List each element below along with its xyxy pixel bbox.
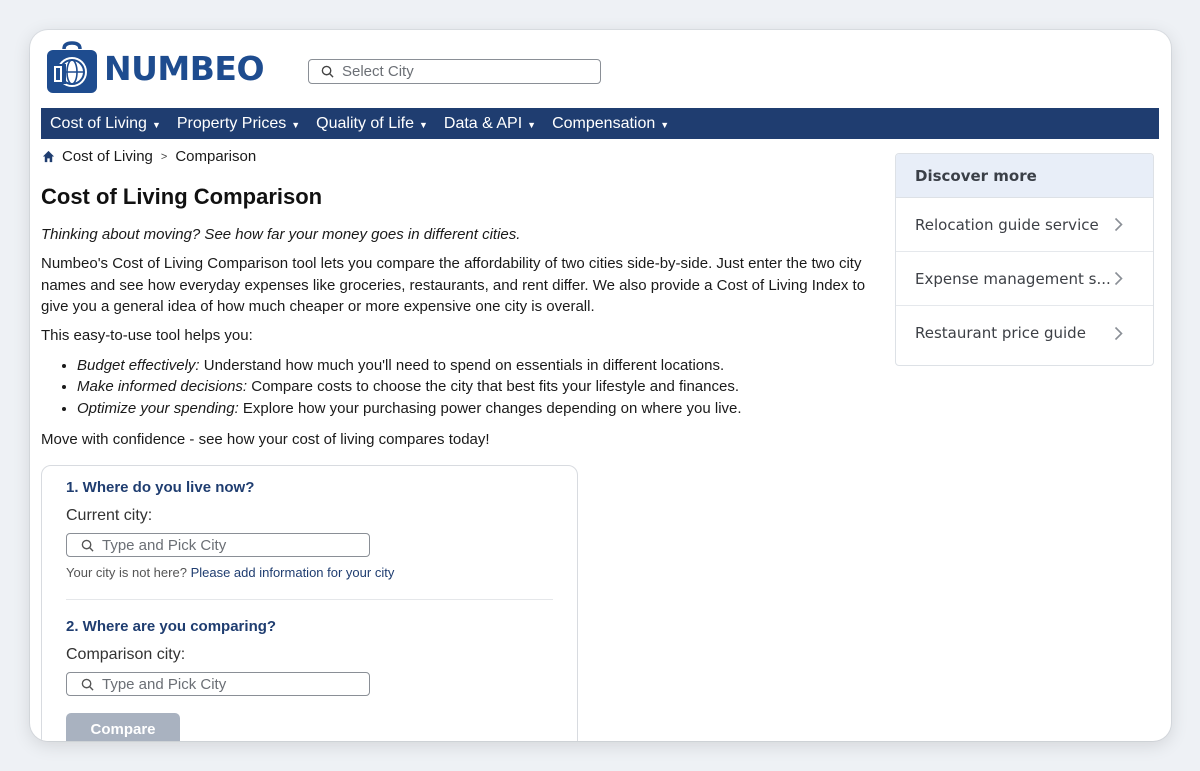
comparison-city-label: Comparison city: [66, 646, 186, 663]
step1-title: 1. Where do you live now? [66, 479, 255, 496]
discover-item-label: Relocation guide service [915, 215, 1099, 234]
discover-item-label: Expense management s... [915, 269, 1111, 288]
bag-logo-icon [47, 41, 97, 93]
closing-text: Move with confidence - see how your cost… [41, 431, 490, 448]
breadcrumb-comparison: Comparison [175, 148, 257, 165]
nav-property-prices[interactable]: Property Prices ▼ [177, 115, 300, 133]
main-nav: Cost of Living ▼ Property Prices ▼ Quali… [41, 108, 1159, 139]
bullet-term: Budget effectively: [77, 356, 200, 374]
search-icon [81, 678, 94, 691]
list-item: Budget effectively: Understand how much … [77, 355, 886, 377]
caret-down-icon: ▼ [418, 119, 428, 130]
discover-item-expense[interactable]: Expense management s... [896, 252, 1153, 306]
nav-label: Quality of Life [316, 114, 414, 132]
chevron-right-icon [1114, 326, 1123, 340]
search-icon [81, 539, 94, 552]
bullet-term: Optimize your spending: [77, 399, 239, 417]
home-icon[interactable] [42, 150, 55, 163]
intro-paragraph: Numbeo's Cost of Living Comparison tool … [41, 255, 866, 315]
comparison-form: 1. Where do you live now? Current city: … [41, 465, 578, 741]
benefits-list: Budget effectively: Understand how much … [41, 355, 886, 420]
not-here-text: Your city is not here? [66, 565, 187, 580]
step2-title: 2. Where are you comparing? [66, 618, 277, 635]
nav-label: Cost of Living [50, 114, 147, 132]
comparison-city-input[interactable] [102, 675, 369, 693]
nav-label: Compensation [552, 114, 656, 132]
breadcrumb-cost-of-living[interactable]: Cost of Living [62, 148, 153, 165]
breadcrumb-separator: > [160, 150, 168, 163]
browser-window: NUMBEO Cost of Living ▼ Property Prices … [30, 30, 1171, 741]
discover-item-relocation[interactable]: Relocation guide service [896, 198, 1153, 252]
nav-compensation[interactable]: Compensation ▼ [552, 115, 669, 133]
caret-down-icon: ▼ [527, 119, 537, 130]
numbeo-logo[interactable]: NUMBEO [44, 40, 265, 96]
missing-city-note: Your city is not here? Please add inform… [66, 565, 394, 580]
breadcrumb: Cost of Living > Comparison [42, 148, 256, 165]
helps-text: This easy-to-use tool helps you: [41, 326, 253, 344]
add-city-link[interactable]: Please add information for your city [191, 565, 395, 580]
current-city-field[interactable] [66, 533, 370, 557]
bullet-text: Explore how your purchasing power change… [238, 399, 742, 417]
nav-label: Data & API [443, 114, 523, 132]
bullet-term: Make informed decisions: [77, 378, 248, 395]
nav-quality-of-life[interactable]: Quality of Life ▼ [316, 115, 428, 133]
tagline: Thinking about moving? See how far your … [41, 226, 521, 243]
comparison-city-field[interactable] [66, 672, 370, 696]
chevron-right-icon [1114, 217, 1123, 232]
discover-title: Discover more [896, 154, 1153, 198]
brand-name: NUMBEO [104, 48, 265, 88]
nav-data-api[interactable]: Data & API ▼ [444, 115, 536, 133]
current-city-input[interactable] [102, 536, 369, 554]
search-icon [321, 65, 334, 78]
caret-down-icon: ▼ [151, 119, 161, 130]
discover-item-restaurant[interactable]: Restaurant price guide [896, 306, 1153, 360]
caret-down-icon: ▼ [660, 119, 670, 130]
bullet-text: Compare costs to choose the city that be… [247, 378, 739, 395]
list-item: Optimize your spending: Explore how your… [77, 398, 886, 420]
list-item: Make informed decisions: Compare costs t… [77, 376, 886, 398]
caret-down-icon: ▼ [291, 119, 301, 130]
compare-button[interactable]: Compare [66, 713, 180, 741]
nav-cost-of-living[interactable]: Cost of Living ▼ [50, 115, 161, 133]
discover-more-panel: Discover more Relocation guide service E… [895, 153, 1154, 366]
city-search[interactable] [308, 59, 601, 84]
page-title: Cost of Living Comparison [41, 184, 323, 209]
chevron-right-icon [1114, 271, 1123, 286]
divider [66, 599, 553, 600]
search-input[interactable] [342, 63, 600, 80]
current-city-label: Current city: [66, 507, 153, 524]
bullet-text: Understand how much you'll need to spend… [199, 356, 725, 374]
nav-label: Property Prices [176, 114, 287, 132]
main-content: Cost of Living Comparison Thinking about… [41, 184, 886, 448]
discover-item-label: Restaurant price guide [915, 324, 1086, 342]
